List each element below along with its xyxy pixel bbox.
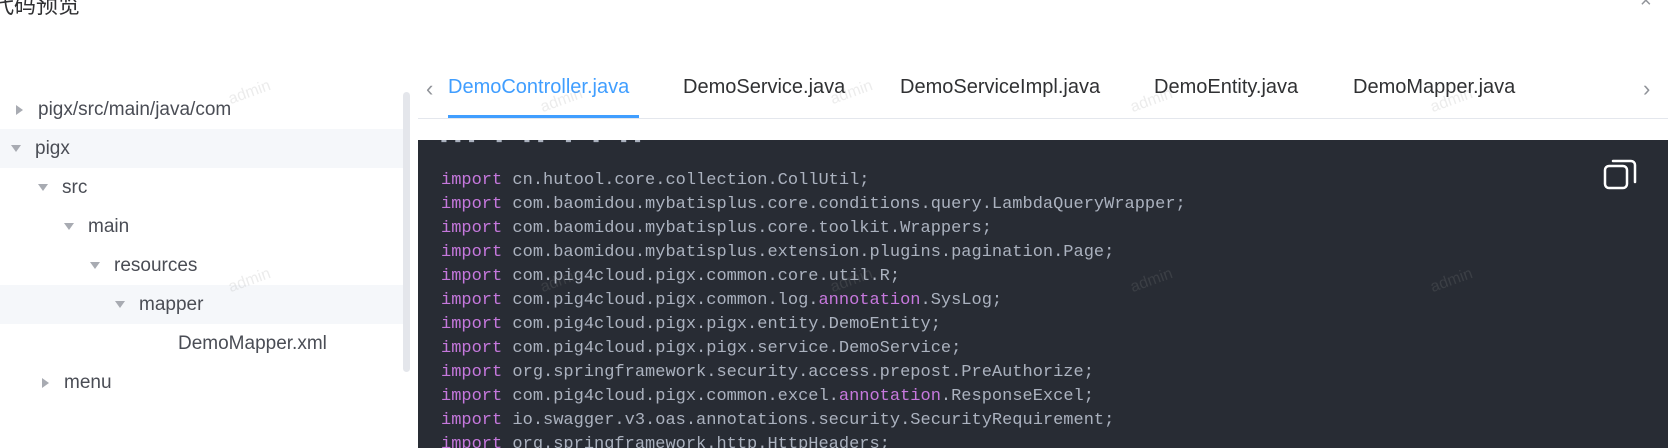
tree-node[interactable]: src — [0, 168, 405, 207]
caret-right-icon[interactable] — [13, 104, 25, 116]
tab-demoservice[interactable]: DemoService.java — [683, 76, 845, 99]
code-keyword: import — [441, 339, 503, 358]
code-text: org.springframework.http.HttpHeaders; — [502, 435, 890, 448]
tab-demomapper[interactable]: DemoMapper.java — [1353, 76, 1515, 99]
caret-spacer — [153, 338, 165, 350]
code-text: com.baomidou.mybatisplus.core.conditions… — [502, 195, 1186, 214]
caret-down-icon[interactable] — [89, 260, 101, 272]
code-text: com.pig4cloud.pigx.pigx.entity.DemoEntit… — [502, 315, 941, 334]
tab-demoserviceimpl[interactable]: DemoServiceImpl.java — [900, 76, 1100, 99]
tree-node[interactable]: resources — [0, 246, 405, 285]
code-line: import com.pig4cloud.pigx.pigx.service.D… — [441, 337, 1186, 361]
caret-down-icon[interactable] — [114, 299, 126, 311]
tree-node[interactable]: DemoMapper.xml — [0, 324, 405, 363]
tree-node-label: resources — [114, 254, 198, 276]
tabs-next-icon[interactable]: › — [1643, 76, 1650, 102]
code-line: import org.springframework.http.HttpHead… — [441, 433, 1186, 448]
tree-node-label: pigx/src/main/java/com — [38, 98, 232, 120]
code-line: import com.baomidou.mybatisplus.extensio… — [441, 241, 1186, 265]
code-line: import io.swagger.v3.oas.annotations.sec… — [441, 409, 1186, 433]
close-icon[interactable]: × — [1640, 0, 1652, 13]
code-text: com.pig4cloud.pigx.common.log. — [502, 291, 819, 310]
tree-scrollbar[interactable] — [403, 92, 410, 372]
tree-node-label: menu — [64, 371, 112, 393]
caret-right-icon[interactable] — [39, 377, 51, 389]
code-line: import org.springframework.security.acce… — [441, 361, 1186, 385]
tree-node-label: main — [88, 215, 130, 237]
code-line: import com.pig4cloud.pigx.pigx.entity.De… — [441, 313, 1186, 337]
code-text: .ResponseExcel; — [940, 387, 1094, 406]
code-line: import com.pig4cloud.pigx.common.log.ann… — [441, 289, 1186, 313]
code-text: com.baomidou.mybatisplus.core.toolkit.Wr… — [502, 219, 992, 238]
code-keyword: import — [441, 171, 503, 190]
code-keyword: import — [441, 411, 503, 430]
code-keyword: import — [441, 363, 503, 382]
code-text: com.pig4cloud.pigx.common.core.util.R; — [502, 267, 901, 286]
code-text: io.swagger.v3.oas.annotations.security.S… — [502, 411, 1115, 430]
tabs-prev-icon[interactable]: ‹ — [426, 76, 433, 102]
file-tree: pigx/src/main/java/com pigx src main resourc… — [0, 90, 405, 402]
code-text: cn.hutool.core.collection.CollUtil; — [502, 171, 870, 190]
tree-node-label: src — [62, 176, 88, 198]
active-tab-indicator — [448, 115, 639, 118]
code-keyword: import — [441, 387, 503, 406]
code-keyword: import — [441, 291, 503, 310]
code-keyword: annotation — [818, 291, 921, 310]
code-keyword: import — [441, 243, 503, 262]
tree-node[interactable]: pigx/src/main/java/com — [0, 90, 405, 129]
tree-node-label: pigx — [35, 137, 70, 159]
tab-demoentity[interactable]: DemoEntity.java — [1154, 76, 1298, 99]
tree-node[interactable]: menu — [0, 363, 405, 402]
code-keyword: import — [441, 315, 503, 334]
file-tabs: ‹ DemoController.java DemoService.java D… — [418, 62, 1668, 119]
code-keyword: import — [441, 219, 503, 238]
copy-icon[interactable] — [1603, 156, 1639, 192]
code-text: org.springframework.security.access.prep… — [502, 363, 1094, 382]
dialog-title: 代码预览 — [0, 0, 81, 18]
code-scrolled-line: ▪▪▪ ▪ ▪▪ ▪ ▪ ▪▪ — [440, 140, 740, 144]
code-line: import com.baomidou.mybatisplus.core.too… — [441, 217, 1186, 241]
code-text: com.pig4cloud.pigx.pigx.service.DemoServ… — [502, 339, 962, 358]
code-lines: import cn.hutool.core.collection.CollUti… — [441, 169, 1186, 448]
caret-down-icon[interactable] — [10, 143, 22, 155]
code-keyword: import — [441, 267, 503, 286]
caret-down-icon[interactable] — [63, 221, 75, 233]
code-line: import com.baomidou.mybatisplus.core.con… — [441, 193, 1186, 217]
code-text: com.baomidou.mybatisplus.extension.plugi… — [502, 243, 1115, 262]
tab-democontroller[interactable]: DemoController.java — [448, 76, 629, 99]
tree-node[interactable]: pigx — [0, 129, 405, 168]
code-keyword: import — [441, 435, 503, 448]
code-line: import com.pig4cloud.pigx.common.core.ut… — [441, 265, 1186, 289]
caret-down-icon[interactable] — [37, 182, 49, 194]
code-keyword: annotation — [838, 387, 941, 406]
tree-node[interactable]: mapper — [0, 285, 405, 324]
code-line: import cn.hutool.core.collection.CollUti… — [441, 169, 1186, 193]
code-viewer[interactable]: ▪▪▪ ▪ ▪▪ ▪ ▪ ▪▪ import cn.hutool.core.co… — [418, 140, 1668, 448]
code-text: .SysLog; — [920, 291, 1003, 310]
code-text: com.pig4cloud.pigx.common.excel. — [502, 387, 839, 406]
code-line: import com.pig4cloud.pigx.common.excel.a… — [441, 385, 1186, 409]
tree-node-label: mapper — [139, 293, 204, 315]
tree-node-label: DemoMapper.xml — [178, 332, 327, 354]
code-keyword: import — [441, 195, 503, 214]
tree-node[interactable]: main — [0, 207, 405, 246]
